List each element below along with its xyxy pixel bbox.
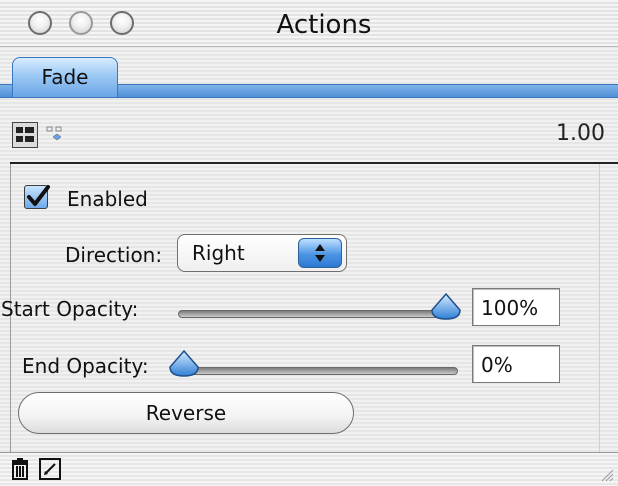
resize-grip-icon[interactable]	[598, 466, 614, 482]
edit-icon	[39, 458, 61, 480]
end-opacity-slider-thumb[interactable]	[167, 349, 201, 379]
end-opacity-slider[interactable]	[178, 367, 458, 375]
tree-view-button[interactable]	[42, 122, 68, 148]
reverse-button[interactable]: Reverse	[18, 392, 354, 434]
title-bar[interactable]: Actions	[0, 0, 618, 47]
tab-fade[interactable]: Fade	[12, 57, 118, 97]
edit-button[interactable]	[36, 455, 64, 483]
start-opacity-field[interactable]: 100%	[472, 288, 560, 326]
checkmark-icon	[27, 185, 50, 206]
direction-label: Direction:	[65, 243, 163, 267]
direction-value: Right	[192, 241, 245, 265]
tree-view-icon	[46, 126, 62, 141]
end-opacity-label: End Opacity:	[22, 354, 149, 378]
list-view-button[interactable]	[12, 122, 38, 148]
version-label: 1.00	[556, 121, 605, 146]
direction-popup[interactable]: Right	[177, 234, 347, 272]
delete-button[interactable]	[6, 455, 34, 483]
toolbar	[0, 110, 618, 160]
enabled-label: Enabled	[67, 187, 148, 211]
bottom-bar	[0, 452, 618, 486]
list-view-icon	[16, 127, 34, 142]
start-opacity-slider-thumb[interactable]	[429, 292, 463, 322]
end-opacity-field[interactable]: 0%	[472, 345, 560, 383]
start-opacity-value: 100%	[481, 296, 539, 320]
trash-icon	[12, 458, 28, 480]
popup-arrows-icon	[298, 238, 342, 268]
enabled-checkbox[interactable]	[24, 185, 50, 209]
end-opacity-value: 0%	[481, 353, 513, 377]
window-title: Actions	[276, 10, 372, 40]
actions-window: Actions Fade 1.00 Enabled Direction: Rig…	[0, 0, 618, 486]
start-opacity-slider[interactable]	[178, 310, 458, 318]
start-opacity-label: Start Opacity:	[1, 297, 139, 321]
